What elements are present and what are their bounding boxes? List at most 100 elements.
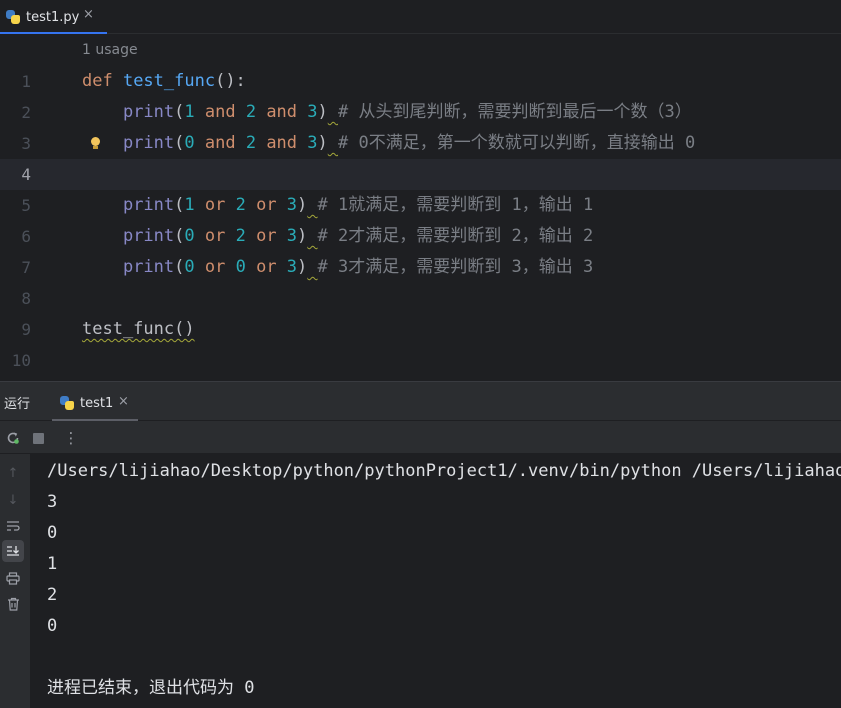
code-line[interactable]: 6 print(0 or 2 or 3) # 2才满足，需要判断到 2，输出 2 <box>0 221 841 252</box>
run-toolbar: ⋮ <box>0 421 841 454</box>
arrow-up-icon[interactable]: ↑ <box>2 462 24 484</box>
code-line[interactable]: 3 print(0 and 2 and 3) # 0不满足，第一个数就可以判断，… <box>0 128 841 159</box>
code-token: or <box>194 257 236 277</box>
console-line: 进程已结束，退出代码为 0 <box>47 678 255 698</box>
console-line: 0 <box>47 523 58 543</box>
console-line: 0 <box>47 616 58 636</box>
line-number[interactable]: 6 <box>0 221 31 252</box>
code-token: ( <box>174 102 185 122</box>
rerun-icon[interactable] <box>2 427 24 449</box>
code-token: 2 <box>245 102 257 122</box>
code-token: 0 <box>235 257 246 277</box>
close-run-tab-icon[interactable]: × <box>118 394 129 409</box>
code-token: test_func <box>122 71 216 91</box>
scroll-to-end-icon[interactable] <box>2 540 24 562</box>
console-line: /Users/lijiahao/Desktop/python/pythonPro… <box>47 461 841 481</box>
code-line[interactable]: 5 print(1 or 2 or 3) # 1就满足，需要判断到 1，输出 1 <box>0 190 841 221</box>
code-token: print <box>122 102 175 122</box>
line-number[interactable]: 3 <box>0 128 31 159</box>
code-token: # 从头到尾判断，需要判断到最后一个数（3） <box>338 102 692 122</box>
console-line: 3 <box>47 492 58 512</box>
soft-wrap-glyph <box>7 521 20 531</box>
code-line[interactable]: 1 def test_func(): <box>0 66 841 97</box>
print-icon[interactable] <box>2 567 24 589</box>
stop-icon[interactable] <box>27 427 49 449</box>
trash-glyph <box>7 597 19 611</box>
line-number[interactable]: 8 <box>0 283 31 314</box>
code-token: ) <box>297 195 308 215</box>
code-text: print(0 or 0 or 3) # 3才满足，需要判断到 3，输出 3 <box>82 252 593 283</box>
code-token: or <box>245 195 287 215</box>
code-token: 0 <box>184 226 195 246</box>
code-editor[interactable]: 1 usage 1 def test_func(): 2 print(1 and 2… <box>0 34 841 381</box>
code-line[interactable]: 10 <box>0 345 841 376</box>
code-token: print <box>122 133 175 153</box>
code-token: # 0不满足，第一个数就可以判断，直接输出 0 <box>338 133 696 153</box>
code-token: or <box>245 257 287 277</box>
code-token: print <box>122 226 175 246</box>
editor-tab-test1[interactable]: test1.py × <box>0 0 107 35</box>
line-number[interactable]: 4 <box>0 159 31 190</box>
python-file-icon <box>6 10 20 24</box>
code-token: ) <box>317 133 328 153</box>
code-line[interactable]: 2 print(1 and 2 and 3) # 从头到尾判断，需要判断到最后一… <box>0 97 841 128</box>
code-token: or <box>245 226 287 246</box>
code-token: ( <box>174 195 185 215</box>
line-number[interactable]: 2 <box>0 97 31 128</box>
line-number[interactable]: 7 <box>0 252 31 283</box>
code-text: print(0 and 2 and 3) # 0不满足，第一个数就可以判断，直接… <box>82 128 695 159</box>
console-line: 2 <box>47 585 58 605</box>
code-line[interactable]: 9 test_func() <box>0 314 841 345</box>
run-panel-header: 运行 test1 × <box>0 381 841 421</box>
code-token: (): <box>215 71 246 91</box>
trash-icon[interactable] <box>2 593 24 615</box>
run-tab-label: test1 <box>80 395 114 411</box>
code-line[interactable]: 4 <box>0 159 841 190</box>
code-text: print(1 and 2 and 3) # 从头到尾判断，需要判断到最后一个数… <box>82 97 692 128</box>
code-token: 2 <box>235 226 246 246</box>
code-token: ) <box>297 257 308 277</box>
editor-tab-label: test1.py <box>26 9 80 25</box>
line-number[interactable]: 5 <box>0 190 31 221</box>
run-panel-title: 运行 <box>4 397 31 412</box>
console-line: 1 <box>47 554 58 574</box>
code-token: ) <box>297 226 308 246</box>
run-tab-test1[interactable]: test1 × <box>52 385 138 421</box>
print-glyph <box>6 571 20 585</box>
close-tab-icon[interactable]: × <box>83 7 94 22</box>
code-token: print <box>122 195 175 215</box>
code-token: or <box>194 226 236 246</box>
code-token: ( <box>174 133 185 153</box>
line-number[interactable]: 10 <box>0 345 31 376</box>
soft-wrap-icon[interactable] <box>2 515 24 537</box>
arrow-down-icon[interactable]: ↓ <box>2 489 24 511</box>
code-line[interactable]: 7 print(0 or 0 or 3) # 3才满足，需要判断到 3，输出 3 <box>0 252 841 283</box>
console-output[interactable]: /Users/lijiahao/Desktop/python/pythonPro… <box>31 454 841 708</box>
run-sidebar: ↑ ↓ <box>0 454 31 708</box>
code-token: 3 <box>286 226 298 246</box>
code-token: def <box>82 71 123 91</box>
line-number[interactable]: 1 <box>0 66 31 97</box>
code-token: # 3才满足，需要判断到 3，输出 3 <box>317 257 594 277</box>
code-token: # 2才满足，需要判断到 2，输出 2 <box>317 226 594 246</box>
code-token: 2 <box>245 133 257 153</box>
code-token: ( <box>174 226 185 246</box>
code-token: and <box>256 102 308 122</box>
code-line[interactable]: 8 <box>0 283 841 314</box>
usage-hint[interactable]: 1 usage <box>82 42 138 58</box>
code-token: 1 <box>184 195 195 215</box>
line-number[interactable]: 9 <box>0 314 31 345</box>
rerun-glyph <box>7 432 19 444</box>
code-token: 2 <box>235 195 246 215</box>
code-token: 3 <box>286 257 298 277</box>
more-vertical-icon[interactable]: ⋮ <box>60 427 82 449</box>
code-token: 3 <box>286 195 298 215</box>
